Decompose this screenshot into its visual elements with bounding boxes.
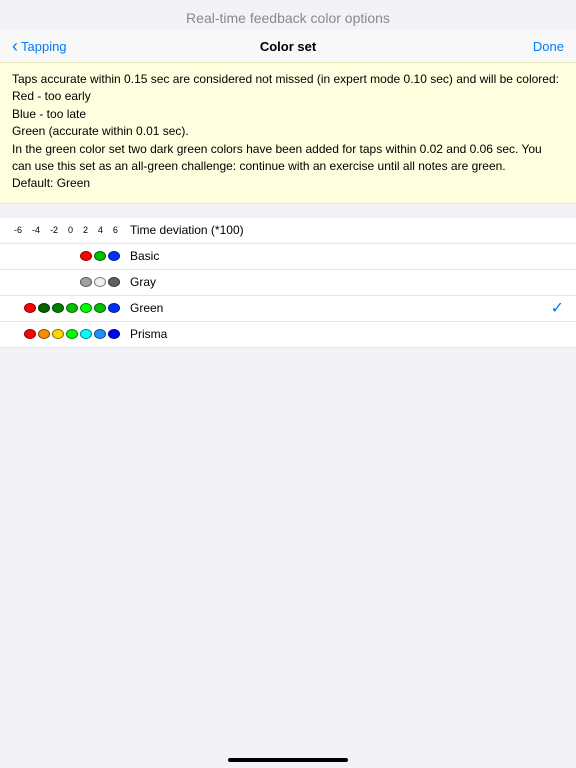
info-line: Green (accurate within 0.01 sec). xyxy=(12,123,564,140)
info-line: Red - too early xyxy=(12,88,564,105)
info-line: Taps accurate within 0.15 sec are consid… xyxy=(12,71,564,88)
color-dot xyxy=(38,303,50,313)
row-label: Green xyxy=(130,301,163,315)
color-dot xyxy=(80,277,92,287)
color-dot xyxy=(80,303,92,313)
color-dot xyxy=(94,277,106,287)
color-swatches xyxy=(12,277,120,287)
header-row: -6 -4 -2 0 2 4 6 Time deviation (*100) xyxy=(0,218,576,244)
chevron-left-icon: ‹ xyxy=(12,37,18,55)
color-dot xyxy=(24,329,36,339)
color-dot xyxy=(94,329,106,339)
page-subtitle: Real-time feedback color options xyxy=(0,8,576,30)
info-line: In the green color set two dark green co… xyxy=(12,141,564,176)
row-label: Basic xyxy=(130,249,159,263)
back-button[interactable]: ‹ Tapping xyxy=(12,37,67,55)
color-dot xyxy=(80,251,92,261)
checkmark-icon: ✓ xyxy=(551,298,564,318)
color-set-row-prisma[interactable]: Prisma xyxy=(0,322,576,348)
back-label: Tapping xyxy=(21,39,67,54)
color-dot xyxy=(108,329,120,339)
color-swatches xyxy=(12,303,120,313)
color-dot xyxy=(38,329,50,339)
color-dot xyxy=(108,277,120,287)
color-dot xyxy=(80,329,92,339)
home-indicator xyxy=(228,758,348,762)
color-swatches xyxy=(12,251,120,261)
color-dot xyxy=(52,329,64,339)
color-dot xyxy=(24,303,36,313)
color-set-list: -6 -4 -2 0 2 4 6 Time deviation (*100) B… xyxy=(0,218,576,348)
color-swatches xyxy=(12,329,120,339)
color-dot xyxy=(94,251,106,261)
color-dot xyxy=(66,303,78,313)
row-label: Prisma xyxy=(130,327,167,341)
color-set-row-basic[interactable]: Basic xyxy=(0,244,576,270)
nav-title: Color set xyxy=(0,39,576,54)
info-line: Default: Green xyxy=(12,175,564,192)
info-box: Taps accurate within 0.15 sec are consid… xyxy=(0,62,576,204)
done-button[interactable]: Done xyxy=(533,39,564,54)
color-dot xyxy=(52,303,64,313)
color-set-row-green[interactable]: Green ✓ xyxy=(0,296,576,322)
color-dot xyxy=(108,251,120,261)
header-label: Time deviation (*100) xyxy=(130,223,244,237)
row-label: Gray xyxy=(130,275,156,289)
navigation-bar: ‹ Tapping Color set Done xyxy=(0,30,576,62)
color-set-row-gray[interactable]: Gray xyxy=(0,270,576,296)
info-line: Blue - too late xyxy=(12,106,564,123)
color-dot xyxy=(108,303,120,313)
deviation-ticks: -6 -4 -2 0 2 4 6 xyxy=(12,225,120,235)
color-dot xyxy=(94,303,106,313)
color-dot xyxy=(66,329,78,339)
